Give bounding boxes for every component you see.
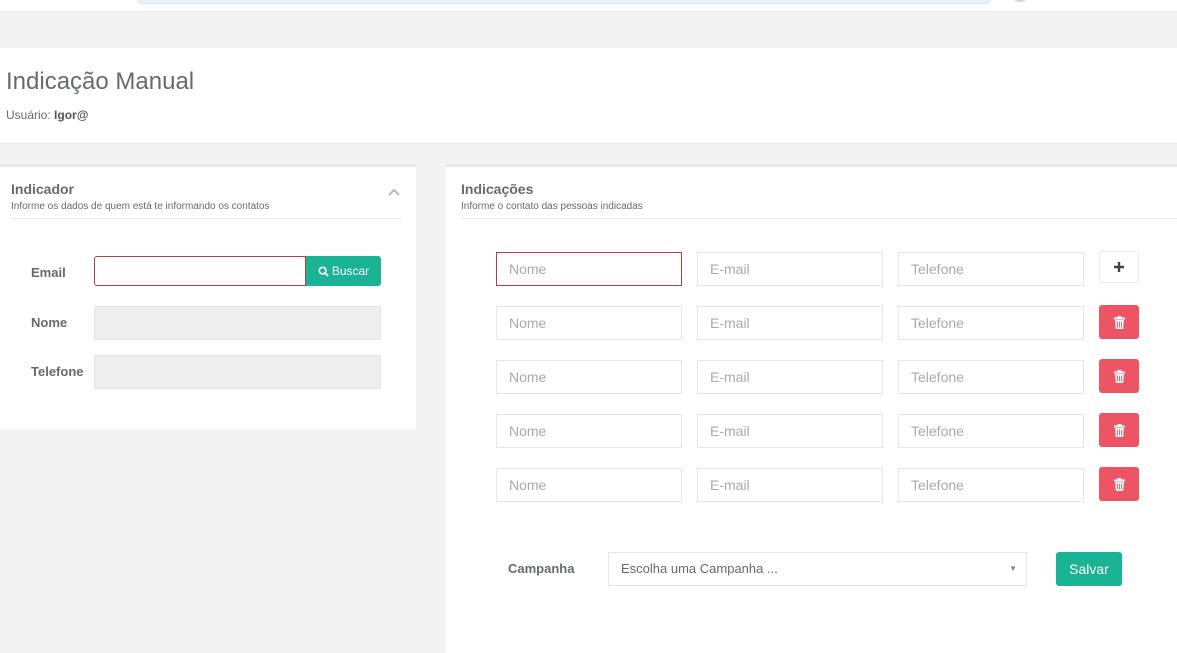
indicacao-nome-field[interactable] xyxy=(496,414,682,448)
indicacao-telefone-field[interactable] xyxy=(898,306,1084,340)
indicador-divider xyxy=(11,218,401,219)
page-heading: Indicação Manual Usuário: Igor@ xyxy=(0,48,1177,144)
salvar-button[interactable]: Salvar xyxy=(1056,552,1122,586)
add-row-button[interactable] xyxy=(1099,251,1139,283)
user-avatar[interactable] xyxy=(1010,0,1030,2)
buscar-label: Buscar xyxy=(331,264,370,278)
indicacao-email-field[interactable] xyxy=(697,306,883,340)
indicacao-telefone-field[interactable] xyxy=(898,414,1084,448)
nome-label: Nome xyxy=(31,315,68,330)
indicador-nome-field xyxy=(94,306,381,340)
indicacoes-subtitle: Informe o contato das pessoas indicadas xyxy=(461,201,643,212)
indicacao-telefone-field[interactable] xyxy=(898,252,1084,286)
email-field[interactable] xyxy=(94,256,306,286)
indicacao-email-field[interactable] xyxy=(697,414,883,448)
trash-icon xyxy=(1113,423,1125,437)
indicador-subtitle: Informe os dados de quem está te informa… xyxy=(11,201,270,212)
trash-icon xyxy=(1113,315,1125,329)
buscar-button[interactable]: Buscar xyxy=(306,256,381,286)
indicacoes-title: Indicações xyxy=(461,181,534,197)
user-info: Usuário: Igor@ xyxy=(6,108,88,122)
delete-row-button[interactable] xyxy=(1099,359,1139,393)
campanha-selected: Escolha uma Campanha ... xyxy=(621,561,778,576)
indicacao-nome-field[interactable] xyxy=(496,306,682,340)
indicacao-nome-field[interactable] xyxy=(496,252,682,286)
user-label: Usuário: xyxy=(6,108,51,122)
delete-row-button[interactable] xyxy=(1099,413,1139,447)
indicador-telefone-field xyxy=(94,355,381,389)
chevron-up-icon[interactable] xyxy=(386,183,402,199)
indicacoes-divider xyxy=(461,218,1177,219)
indicacao-email-field[interactable] xyxy=(697,252,883,286)
indicador-panel: Indicador Informe os dados de quem está … xyxy=(0,164,416,429)
indicacao-nome-field[interactable] xyxy=(496,468,682,502)
delete-row-button[interactable] xyxy=(1099,467,1139,501)
indicacao-nome-field[interactable] xyxy=(496,360,682,394)
page-title: Indicação Manual xyxy=(6,68,195,95)
telefone-label: Telefone xyxy=(31,364,84,379)
campanha-label: Campanha xyxy=(508,561,575,576)
indicador-title: Indicador xyxy=(11,181,75,197)
delete-row-button[interactable] xyxy=(1099,305,1139,339)
indicacao-telefone-field[interactable] xyxy=(898,360,1084,394)
indicacao-telefone-field[interactable] xyxy=(898,468,1084,502)
indicacao-email-field[interactable] xyxy=(697,468,883,502)
indicacao-email-field[interactable] xyxy=(697,360,883,394)
email-label: Email xyxy=(31,265,66,280)
plus-icon xyxy=(1114,262,1124,272)
search-icon xyxy=(318,265,329,277)
top-search-bar[interactable] xyxy=(135,0,993,4)
campanha-select[interactable]: Escolha uma Campanha ... ▼ xyxy=(608,552,1027,586)
trash-icon xyxy=(1113,369,1125,383)
user-name: Igor@ xyxy=(54,108,89,122)
indicacoes-panel: Indicações Informe o contato das pessoas… xyxy=(446,164,1177,653)
caret-down-icon: ▼ xyxy=(1009,564,1017,573)
top-navbar xyxy=(0,0,1177,12)
trash-icon xyxy=(1113,477,1125,491)
